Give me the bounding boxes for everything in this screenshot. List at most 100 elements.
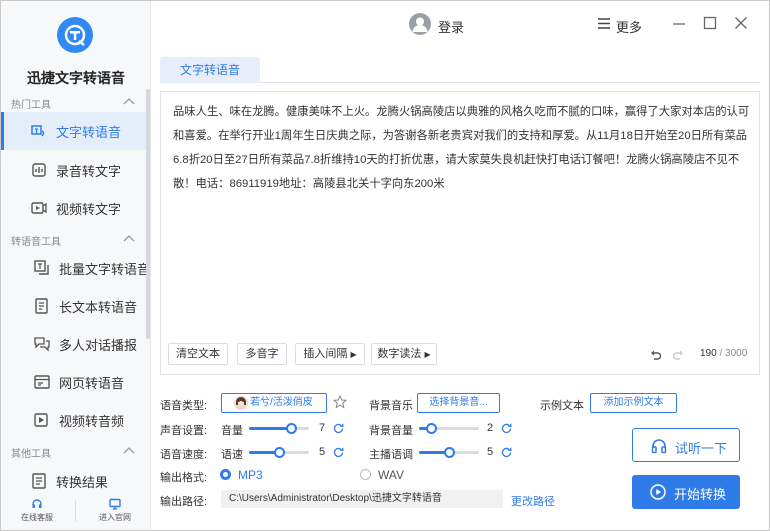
sidebar-item-label: 批量文字转语音 xyxy=(59,261,151,277)
official-site-label: 进入官网 xyxy=(99,513,131,522)
online-service-label: 在线客服 xyxy=(21,513,53,522)
volume-slider[interactable] xyxy=(249,423,309,434)
output-format-label: 输出格式: xyxy=(160,472,208,484)
text-to-speech-icon xyxy=(31,125,45,137)
wav-label[interactable]: WAV xyxy=(378,468,404,482)
char-count: 190 / 3000 xyxy=(700,348,747,359)
bg-volume-value: 2 xyxy=(487,422,494,434)
start-convert-button[interactable]: 开始转换 xyxy=(632,475,740,509)
undo-icon[interactable] xyxy=(650,349,662,361)
video-icon xyxy=(31,202,47,214)
char-count-total: / 3000 xyxy=(719,348,748,359)
intonation-slider-knob[interactable] xyxy=(443,447,455,458)
headphones-icon xyxy=(651,439,667,454)
user-avatar-icon[interactable] xyxy=(409,13,431,35)
webpage-icon xyxy=(34,375,50,389)
mp3-label[interactable]: MP3 xyxy=(238,468,263,482)
voice-selector[interactable]: 若兮/活泼俏皮 xyxy=(221,393,327,413)
volume-slider-fill xyxy=(249,427,291,430)
example-text-label: 示例文本 xyxy=(540,400,584,412)
app-logo-icon xyxy=(57,17,93,53)
intonation-slider[interactable] xyxy=(419,447,479,458)
redo-icon[interactable] xyxy=(672,349,684,361)
sidebar-bottom-links: 在线客服 进入官网 xyxy=(1,494,151,530)
caret-right-icon: ▶ xyxy=(424,350,431,359)
number-reading-label: 数字读法 xyxy=(377,348,422,360)
bg-music-button[interactable]: 选择背景音... xyxy=(417,393,500,413)
sound-settings-label: 声音设置: xyxy=(160,425,208,437)
change-path-link[interactable]: 更改路径 xyxy=(511,493,555,509)
chevron-up-icon[interactable] xyxy=(123,97,135,107)
add-example-button[interactable]: 添加示例文本 xyxy=(590,393,677,413)
insert-pause-button[interactable]: 插入间隔 ▶ xyxy=(295,343,365,365)
listen-button[interactable]: 试听一下 xyxy=(632,428,740,462)
rate-label: 语速 xyxy=(221,449,243,461)
divider xyxy=(75,500,76,522)
mp3-radio[interactable] xyxy=(220,469,231,480)
output-path-field[interactable]: C:\Users\Administrator\Desktop\迅捷文字转语音 xyxy=(221,490,503,508)
maximize-icon[interactable] xyxy=(703,16,717,30)
sidebar-item-text-to-speech[interactable]: 文字转语音 xyxy=(1,112,149,150)
bg-volume-slider[interactable] xyxy=(419,423,479,434)
official-site-link[interactable]: 进入官网 xyxy=(85,498,145,523)
sidebar-item-label: 文字转语音 xyxy=(56,124,122,140)
clear-text-button[interactable]: 清空文本 xyxy=(168,343,228,365)
video-audio-icon xyxy=(34,413,48,427)
tab-text-to-speech[interactable]: 文字转语音 xyxy=(160,57,260,83)
bg-music-label: 背景音乐 xyxy=(369,400,413,412)
number-reading-button[interactable]: 数字读法 ▶ xyxy=(371,343,437,365)
chevron-up-icon[interactable] xyxy=(123,234,135,244)
sidebar-item-video-to-audio[interactable]: 视频转音频 xyxy=(1,401,149,439)
headset-icon xyxy=(32,499,42,508)
bg-volume-slider-knob[interactable] xyxy=(425,423,437,434)
sidebar-item-label: 视频转音频 xyxy=(59,413,125,429)
online-service-link[interactable]: 在线客服 xyxy=(7,498,67,523)
char-count-current: 190 xyxy=(700,348,717,359)
volume-slider-knob[interactable] xyxy=(285,423,297,434)
close-icon[interactable] xyxy=(734,16,748,30)
minimize-icon[interactable] xyxy=(672,16,686,30)
intonation-label: 主播语调 xyxy=(369,449,413,461)
sidebar-item-label: 录音转文字 xyxy=(56,163,122,179)
sidebar-item-webpage-to-speech[interactable]: 网页转语音 xyxy=(1,363,149,401)
reset-rate-icon[interactable] xyxy=(333,447,344,458)
group-title-hot: 热门工具 xyxy=(11,100,51,111)
bg-volume-label: 背景音量 xyxy=(369,425,413,437)
speech-speed-label: 语音速度: xyxy=(160,449,208,461)
star-icon[interactable] xyxy=(333,395,347,409)
group-title-speech: 转语音工具 xyxy=(11,237,61,248)
tab-bar: 文字转语音 xyxy=(160,57,760,83)
sidebar-item-recording-to-text[interactable]: 录音转文字 xyxy=(1,151,149,189)
sidebar-scrollbar[interactable] xyxy=(146,89,150,339)
reset-volume-icon[interactable] xyxy=(333,423,344,434)
sidebar-item-label: 多人对话播报 xyxy=(59,337,138,353)
reset-intonation-icon[interactable] xyxy=(501,447,512,458)
monitor-icon xyxy=(109,498,121,510)
sidebar-item-batch-text-to-speech[interactable]: 批量文字转语音 xyxy=(1,249,151,287)
rate-slider[interactable] xyxy=(249,447,309,458)
volume-label: 音量 xyxy=(221,425,243,437)
login-link[interactable]: 登录 xyxy=(438,17,464,36)
play-circle-icon xyxy=(650,484,666,500)
start-convert-label: 开始转换 xyxy=(674,487,727,502)
text-editor[interactable]: 品味人生、味在龙腾。健康美味不上火。龙腾火锅高陵店以典雅的风格久吃而不腻的口味，… xyxy=(160,91,760,375)
voice-name: 若兮/活泼俏皮 xyxy=(250,397,313,408)
rate-slider-knob[interactable] xyxy=(273,447,285,458)
insert-pause-label: 插入间隔 xyxy=(303,348,348,360)
chevron-up-icon[interactable] xyxy=(123,446,135,456)
voice-avatar-icon xyxy=(234,396,248,410)
recording-icon xyxy=(32,163,46,177)
app-name: 迅捷文字转语音 xyxy=(27,70,125,86)
menu-icon[interactable] xyxy=(597,17,611,30)
more-menu[interactable]: 更多 xyxy=(616,17,642,36)
editor-text[interactable]: 品味人生、味在龙腾。健康美味不上火。龙腾火锅高陵店以典雅的风格久吃而不腻的口味，… xyxy=(173,100,751,196)
sidebar-item-long-text-to-speech[interactable]: 长文本转语音 xyxy=(1,287,149,325)
sidebar-item-video-to-text[interactable]: 视频转文字 xyxy=(1,189,149,227)
group-title-other: 其他工具 xyxy=(11,449,51,460)
sidebar-item-multi-dialogue[interactable]: 多人对话播报 xyxy=(1,325,149,363)
wav-radio[interactable] xyxy=(360,469,371,480)
polyphone-button[interactable]: 多音字 xyxy=(237,343,287,365)
top-bar: 登录 更多 xyxy=(152,1,769,49)
reset-bg-volume-icon[interactable] xyxy=(501,423,512,434)
batch-icon xyxy=(34,260,49,275)
